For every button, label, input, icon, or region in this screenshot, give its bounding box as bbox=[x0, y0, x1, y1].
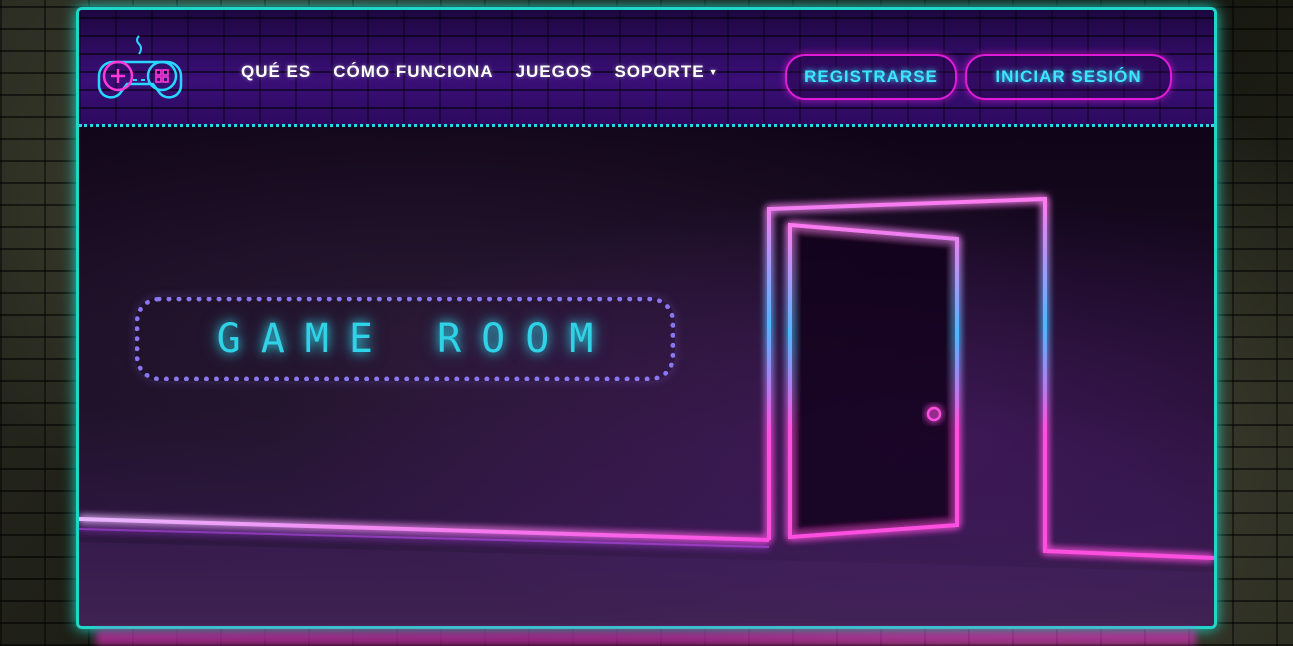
gamepad-icon[interactable] bbox=[95, 32, 185, 112]
site-header: QUÉ ES CÓMO FUNCIONA JUEGOS SOPORTE ▼ RE… bbox=[79, 10, 1214, 127]
bottom-glow-strip bbox=[96, 630, 1196, 646]
login-button[interactable]: INICIAR SESIÓN bbox=[965, 54, 1172, 100]
caret-down-icon: ▼ bbox=[708, 67, 719, 77]
hero-title: GAME ROOM bbox=[216, 316, 614, 362]
hero-banner: GAME ROOM bbox=[79, 127, 1214, 626]
nav-item-como-funciona[interactable]: CÓMO FUNCIONA bbox=[333, 62, 493, 82]
nav-item-juegos[interactable]: JUEGOS bbox=[516, 62, 593, 82]
nav-item-label: CÓMO FUNCIONA bbox=[333, 62, 494, 81]
login-button-label: INICIAR SESIÓN bbox=[995, 67, 1142, 86]
nav-item-que-es[interactable]: QUÉ ES bbox=[241, 62, 311, 82]
nav-item-label: QUÉ ES bbox=[241, 62, 312, 81]
main-nav: QUÉ ES CÓMO FUNCIONA JUEGOS SOPORTE ▼ bbox=[241, 62, 718, 82]
game-room-title-box: GAME ROOM bbox=[135, 297, 675, 381]
register-button-label: REGISTRARSE bbox=[804, 67, 938, 86]
nav-item-label: JUEGOS bbox=[515, 62, 593, 81]
nav-item-soporte[interactable]: SOPORTE ▼ bbox=[614, 62, 718, 82]
nav-item-label: SOPORTE bbox=[614, 62, 705, 81]
page-frame: QUÉ ES CÓMO FUNCIONA JUEGOS SOPORTE ▼ RE… bbox=[76, 7, 1217, 629]
register-button[interactable]: REGISTRARSE bbox=[785, 54, 957, 100]
